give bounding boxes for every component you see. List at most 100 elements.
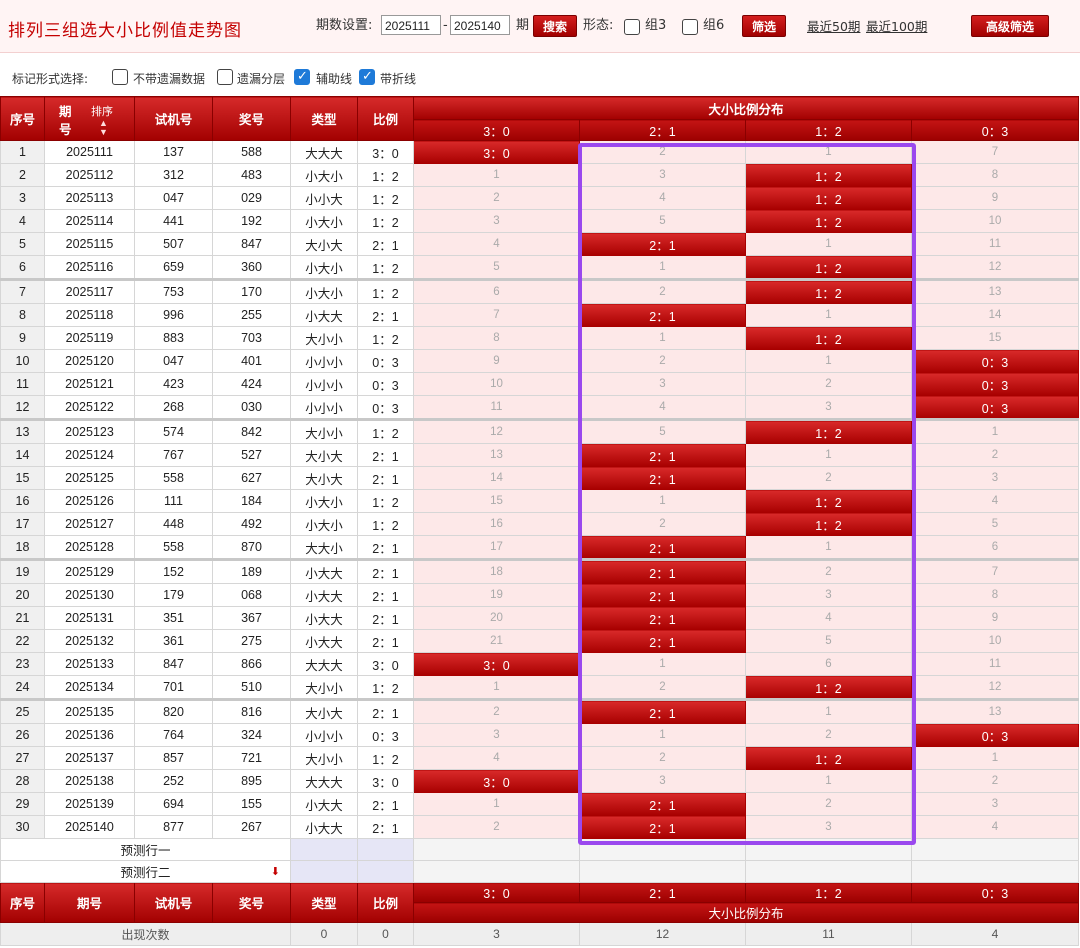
row-trial: 820 xyxy=(134,698,213,724)
miss-layer-checkbox[interactable] xyxy=(217,69,233,85)
polyline-checkbox[interactable] xyxy=(359,69,375,85)
advanced-filter-button[interactable]: 高级筛选 xyxy=(971,15,1049,37)
aux-line-checkbox[interactable] xyxy=(294,69,310,85)
dist-miss-cell: 3 xyxy=(745,583,912,607)
dist-miss-cell: 13 xyxy=(910,278,1080,304)
row-prize: 155 xyxy=(212,792,291,816)
period-end-input[interactable]: 2025140 xyxy=(450,15,510,35)
col-header-distribution: 大小比例分布 xyxy=(412,96,1080,120)
dist-miss-cell: 6 xyxy=(413,278,580,304)
row-type: 小大小 xyxy=(290,255,358,280)
dist-miss-cell: 13 xyxy=(413,443,580,467)
predict-row-cell[interactable]: 预测行二 ⬇ xyxy=(0,860,291,883)
dist-miss-cell: 10 xyxy=(413,372,580,396)
recent-50-link[interactable]: 最近50期 xyxy=(807,16,860,35)
predict-row-cell[interactable]: 预测行一 xyxy=(0,838,291,861)
dist-hit-cell: 0：3 xyxy=(910,372,1080,396)
row-type: 小小小 xyxy=(290,723,358,747)
predict-input-cell[interactable] xyxy=(290,860,358,883)
row-prize: 842 xyxy=(212,418,291,444)
row-trial: 694 xyxy=(134,792,213,816)
row-trial: 179 xyxy=(134,583,213,607)
group6-checkbox[interactable] xyxy=(682,19,698,35)
predict-dist-cell[interactable] xyxy=(910,860,1080,883)
count-label: 出现次数 xyxy=(0,922,291,946)
row-trial: 877 xyxy=(134,815,213,839)
table-row: 2 2025112 312 483 小大小 1：2 1 3 1：2 8 xyxy=(0,163,1080,187)
dist-hit-cell: 0：3 xyxy=(910,723,1080,747)
row-ratio: 2：1 xyxy=(357,792,414,816)
row-trial: 574 xyxy=(134,418,213,444)
no-miss-data-checkbox[interactable] xyxy=(112,69,128,85)
recent-100-link[interactable]: 最近100期 xyxy=(866,16,927,35)
row-type: 小大大 xyxy=(290,792,358,816)
col-header-period[interactable]: 期 号 排序 ▲ ▼ xyxy=(44,96,135,141)
table-row: 5 2025115 507 847 大小大 2：1 4 2：1 1 11 xyxy=(0,232,1080,256)
predict-input-cell[interactable] xyxy=(290,838,358,861)
predict-dist-cell[interactable] xyxy=(745,838,912,861)
row-type: 小大大 xyxy=(290,606,358,630)
predict-dist-cell[interactable] xyxy=(579,838,746,861)
row-type: 大大大 xyxy=(290,140,358,164)
dist-miss-cell: 3 xyxy=(413,723,580,747)
row-prize: 510 xyxy=(212,675,291,700)
dist-miss-cell: 4 xyxy=(579,395,746,420)
predict-dist-cell[interactable] xyxy=(413,838,580,861)
row-ratio: 2：1 xyxy=(357,466,414,490)
dist-miss-cell: 8 xyxy=(910,583,1080,607)
search-button[interactable]: 搜索 xyxy=(533,15,577,37)
dist-miss-cell: 2 xyxy=(579,512,746,536)
row-ratio: 1：2 xyxy=(357,186,414,210)
row-period: 2025112 xyxy=(44,163,135,187)
dist-miss-cell: 21 xyxy=(413,629,580,653)
trend-table: 序号 期 号 排序 ▲ ▼ 试机号 奖号 类型 比例 大小比例分布 3：0 2：1… xyxy=(0,96,1080,946)
row-period: 2025126 xyxy=(44,489,135,513)
row-ratio: 1：2 xyxy=(357,255,414,280)
row-trial: 883 xyxy=(134,326,213,350)
table-row: 28 2025138 252 895 大大大 3：0 3：0 3 1 2 xyxy=(0,769,1080,793)
table-row: 27 2025137 857 721 大小小 1：2 4 2 1：2 1 xyxy=(0,746,1080,770)
row-period: 2025121 xyxy=(44,372,135,396)
dist-miss-cell: 15 xyxy=(910,326,1080,350)
predict-input-cell[interactable] xyxy=(357,838,414,861)
table-row: 15 2025125 558 627 大小大 2：1 14 2：1 2 3 xyxy=(0,466,1080,490)
table-row: 1 2025111 137 588 大大大 3：0 3：0 2 1 7 xyxy=(0,140,1080,164)
predict-dist-cell[interactable] xyxy=(745,860,912,883)
dist-miss-cell: 20 xyxy=(413,606,580,630)
filter-button[interactable]: 筛选 xyxy=(742,15,786,37)
row-ratio: 2：1 xyxy=(357,535,414,560)
dist-miss-cell: 2 xyxy=(745,466,912,490)
row-period: 2025139 xyxy=(44,792,135,816)
dist-miss-cell: 2 xyxy=(579,349,746,373)
predict-dist-cell[interactable] xyxy=(579,860,746,883)
row-type: 大小大 xyxy=(290,466,358,490)
dist-miss-cell: 16 xyxy=(413,512,580,536)
table-row: 21 2025131 351 367 小大大 2：1 20 2：1 4 9 xyxy=(0,606,1080,630)
dist-hit-cell: 2：1 xyxy=(579,583,746,607)
predict-dist-cell[interactable] xyxy=(910,838,1080,861)
sort-arrows-icon[interactable]: ▲ ▼ xyxy=(99,118,108,137)
table-row: 17 2025127 448 492 小大小 1：2 16 2 1：2 5 xyxy=(0,512,1080,536)
ratio-header-2-1: 2：1 xyxy=(579,119,746,141)
dist-miss-cell: 11 xyxy=(910,652,1080,676)
table-row: 29 2025139 694 155 小大大 2：1 1 2：1 2 3 xyxy=(0,792,1080,816)
table-row: 4 2025114 441 192 小大小 1：2 3 5 1：2 10 xyxy=(0,209,1080,233)
row-seq: 9 xyxy=(0,326,45,350)
footer-header-type: 类型 xyxy=(290,882,358,923)
row-period: 2025120 xyxy=(44,349,135,373)
predict-dist-cell[interactable] xyxy=(413,860,580,883)
group3-checkbox[interactable] xyxy=(624,19,640,35)
mark-options-bar: 标记形式选择: 不带遗漏数据 遗漏分层 辅助线 带折线 xyxy=(0,60,1080,94)
predict-input-cell[interactable] xyxy=(357,860,414,883)
row-ratio: 1：2 xyxy=(357,326,414,350)
arrow-down-icon[interactable]: ⬇ xyxy=(271,865,280,878)
dist-miss-cell: 4 xyxy=(579,186,746,210)
row-type: 小大小 xyxy=(290,489,358,513)
row-ratio: 2：1 xyxy=(357,443,414,467)
sort-label[interactable]: 排序 xyxy=(91,105,113,119)
row-prize: 847 xyxy=(212,232,291,256)
footer-ratio-0-3: 0：3 xyxy=(910,882,1080,903)
period-start-input[interactable]: 2025111 xyxy=(381,15,441,35)
dist-miss-cell: 5 xyxy=(910,512,1080,536)
dist-miss-cell: 8 xyxy=(910,163,1080,187)
